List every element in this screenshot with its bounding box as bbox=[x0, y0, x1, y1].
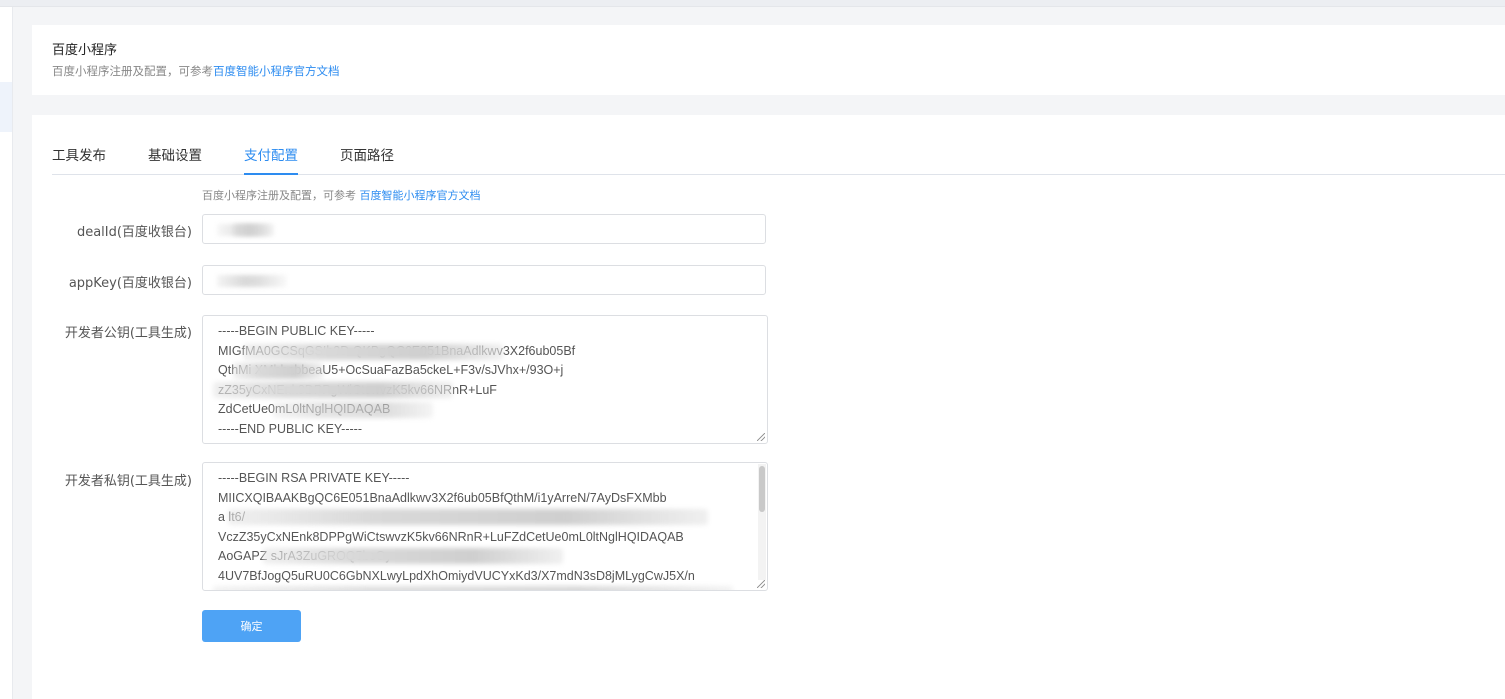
top-bar bbox=[0, 0, 1505, 7]
appkey-label: appKey(百度收银台) bbox=[68, 276, 192, 291]
redacted-region bbox=[233, 363, 323, 379]
redacted-region bbox=[213, 586, 733, 590]
tab-payment-config[interactable]: 支付配置 bbox=[244, 146, 298, 175]
dealid-label: dealId(百度收银台) bbox=[76, 225, 192, 240]
private-key-line: MIICXQIBAAKBgQC6E051BnaAdlkwv3X2f6ub05Bf… bbox=[218, 490, 667, 505]
settings-panel: 工具发布 基础设置 支付配置 页面路径 百度小程序注册及配置，可参考 百度智能小… bbox=[32, 115, 1505, 699]
tab-page-path[interactable]: 页面路径 bbox=[340, 146, 394, 174]
dealid-input[interactable] bbox=[202, 214, 766, 244]
public-key-line: -----END PUBLIC KEY----- bbox=[218, 421, 362, 436]
redacted-region bbox=[213, 382, 453, 398]
redacted-value bbox=[217, 275, 287, 287]
resize-handle[interactable] bbox=[757, 433, 765, 441]
scrollbar-thumb[interactable] bbox=[759, 466, 765, 512]
docs-link[interactable]: 百度智能小程序官方文档 bbox=[213, 64, 340, 78]
sidebar-active-marker bbox=[0, 82, 12, 132]
public-key-line: -----BEGIN PUBLIC KEY----- bbox=[218, 324, 375, 338]
appkey-input[interactable] bbox=[202, 265, 766, 295]
left-sidebar bbox=[0, 7, 13, 699]
tab-bar: 工具发布 基础设置 支付配置 页面路径 bbox=[52, 142, 1505, 175]
public-key-label: 开发者公钥(工具生成) bbox=[64, 326, 192, 341]
page-subtitle-text: 百度小程序注册及配置，可参考 bbox=[52, 64, 213, 78]
private-key-textarea[interactable]: -----BEGIN RSA PRIVATE KEY----- MIICXQIBA… bbox=[202, 462, 768, 591]
public-key-textarea[interactable]: -----BEGIN PUBLIC KEY-----MIGfMA0GCSqGSI… bbox=[202, 315, 768, 444]
page-title: 百度小程序 bbox=[52, 43, 118, 58]
form-hint-text: 百度小程序注册及配置，可参考 bbox=[202, 189, 360, 202]
scrollbar[interactable] bbox=[758, 464, 766, 580]
redacted-region bbox=[273, 402, 433, 418]
private-key-line: -----BEGIN RSA PRIVATE KEY----- bbox=[218, 471, 410, 485]
confirm-button[interactable]: 确定 bbox=[202, 610, 301, 642]
private-key-line: 4UV7BfJogQ5uRU0C6GbNXLwyLpdXhOmiydVUCYxK… bbox=[218, 568, 695, 583]
redacted-region bbox=[243, 344, 503, 360]
redacted-value bbox=[233, 224, 273, 236]
private-key-content: -----BEGIN RSA PRIVATE KEY----- MIICXQIBA… bbox=[218, 469, 753, 590]
page-subtitle: 百度小程序注册及配置，可参考百度智能小程序官方文档 bbox=[52, 63, 340, 79]
page-header: 百度小程序 百度小程序注册及配置，可参考百度智能小程序官方文档 bbox=[32, 25, 1505, 95]
resize-handle[interactable] bbox=[757, 580, 765, 588]
form-hint: 百度小程序注册及配置，可参考 百度智能小程序官方文档 bbox=[202, 187, 481, 203]
tab-tool-release[interactable]: 工具发布 bbox=[52, 146, 106, 174]
form-docs-link[interactable]: 百度智能小程序官方文档 bbox=[360, 189, 481, 202]
private-key-line: VczZ35yCxNEnk8DPPgWiCtswvzK5kv66NRnR+LuF… bbox=[218, 529, 684, 544]
redacted-region bbox=[263, 548, 563, 564]
redacted-region bbox=[228, 509, 708, 525]
private-key-label: 开发者私钥(工具生成) bbox=[64, 474, 192, 489]
public-key-content: -----BEGIN PUBLIC KEY-----MIGfMA0GCSqGSI… bbox=[218, 322, 753, 439]
tab-basic-settings[interactable]: 基础设置 bbox=[148, 146, 202, 174]
